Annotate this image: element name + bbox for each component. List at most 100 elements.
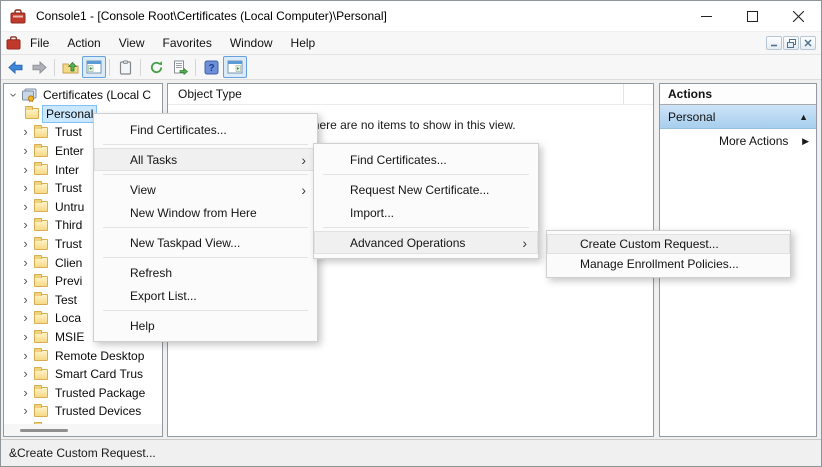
menu-separator bbox=[103, 257, 308, 258]
menu-separator bbox=[323, 227, 529, 228]
tree-item-label: Trust bbox=[55, 181, 82, 195]
menu-item-import[interactable]: Import... bbox=[314, 201, 538, 224]
maximize-button[interactable] bbox=[729, 1, 775, 31]
menu-separator bbox=[103, 174, 308, 175]
chevron-collapsed-icon[interactable]: › bbox=[19, 202, 32, 212]
tree-item[interactable]: ›Smart Card Trus bbox=[4, 365, 162, 384]
scrollbar-thumb[interactable] bbox=[20, 429, 68, 432]
tree-item-label: MSIE bbox=[55, 330, 84, 344]
certificates-store-icon bbox=[21, 88, 38, 102]
refresh-button[interactable] bbox=[144, 56, 168, 78]
folder-icon bbox=[34, 164, 48, 175]
chevron-collapsed-icon[interactable]: › bbox=[19, 406, 32, 416]
chevron-collapsed-icon[interactable]: › bbox=[19, 313, 32, 323]
chevron-collapsed-icon[interactable]: › bbox=[19, 183, 32, 193]
chevron-collapsed-icon[interactable]: › bbox=[19, 369, 32, 379]
column-header-object-type[interactable]: Object Type bbox=[168, 84, 624, 104]
close-icon bbox=[793, 11, 804, 22]
maximize-icon bbox=[747, 11, 758, 22]
menu-item-view[interactable]: View › bbox=[94, 178, 317, 201]
chevron-collapsed-icon[interactable]: › bbox=[19, 332, 32, 342]
tree-item-label: Test bbox=[55, 293, 77, 307]
folder-icon bbox=[34, 220, 48, 231]
menu-item-create-custom-request[interactable]: Create Custom Request... bbox=[547, 234, 790, 254]
back-button[interactable] bbox=[3, 56, 27, 78]
menu-file[interactable]: File bbox=[21, 32, 58, 54]
folder-icon bbox=[34, 350, 48, 361]
menu-item-refresh[interactable]: Refresh bbox=[94, 261, 317, 284]
menu-item-all-tasks[interactable]: All Tasks › bbox=[94, 148, 317, 171]
folder-icon bbox=[34, 369, 48, 380]
chevron-collapsed-icon[interactable]: › bbox=[19, 127, 32, 137]
chevron-collapsed-icon[interactable]: › bbox=[19, 258, 32, 268]
chevron-collapsed-icon[interactable]: › bbox=[19, 295, 32, 305]
console-small-icon bbox=[6, 36, 21, 50]
menu-item-label: All Tasks bbox=[130, 153, 177, 167]
menu-item-new-window-from-here[interactable]: New Window from Here bbox=[94, 201, 317, 224]
menu-item-request-new-certificate[interactable]: Request New Certificate... bbox=[314, 178, 538, 201]
menu-item-find-certificates[interactable]: Find Certificates... bbox=[94, 118, 317, 141]
toolbar-separator bbox=[109, 59, 110, 76]
chevron-collapsed-icon[interactable]: › bbox=[19, 165, 32, 175]
menu-item-new-taskpad-view[interactable]: New Taskpad View... bbox=[94, 231, 317, 254]
chevron-collapsed-icon[interactable]: › bbox=[19, 146, 32, 156]
menu-separator bbox=[323, 174, 529, 175]
mdi-minimize-button[interactable] bbox=[766, 36, 782, 50]
chevron-collapsed-icon[interactable]: › bbox=[19, 351, 32, 361]
tree-item[interactable]: ›Trusted Package bbox=[4, 384, 162, 403]
context-menu: Find Certificates... All Tasks › View › … bbox=[93, 113, 318, 342]
menu-item-advanced-operations[interactable]: Advanced Operations › bbox=[314, 231, 538, 254]
console-tree-toggle-button[interactable] bbox=[82, 56, 106, 78]
svg-text:?: ? bbox=[208, 63, 214, 74]
menu-item-export-list[interactable]: Export List... bbox=[94, 284, 317, 307]
tree-item[interactable]: › Remote Desktop bbox=[4, 346, 162, 365]
minimize-button[interactable] bbox=[683, 1, 729, 31]
menu-view[interactable]: View bbox=[110, 32, 154, 54]
folder-icon bbox=[34, 183, 48, 194]
actions-section-personal[interactable]: Personal ▲ bbox=[660, 105, 816, 129]
folder-icon bbox=[34, 276, 48, 287]
properties-button[interactable] bbox=[113, 56, 137, 78]
export-list-button[interactable] bbox=[168, 56, 192, 78]
menu-favorites[interactable]: Favorites bbox=[154, 32, 221, 54]
tree-item-label: Trust bbox=[55, 237, 82, 251]
help-icon: ? bbox=[204, 60, 219, 75]
up-one-level-button[interactable] bbox=[58, 56, 82, 78]
tree-item[interactable]: ›Trusted Devices bbox=[4, 402, 162, 421]
chevron-collapsed-icon[interactable]: › bbox=[19, 239, 32, 249]
menu-item-help[interactable]: Help bbox=[94, 314, 317, 337]
tree-item-label: Remote Desktop bbox=[55, 349, 144, 363]
minimize-icon bbox=[701, 11, 712, 22]
forward-button[interactable] bbox=[27, 56, 51, 78]
tree-item-label: Previ bbox=[55, 274, 82, 288]
actions-pane-title: Actions bbox=[660, 84, 816, 105]
menu-help[interactable]: Help bbox=[282, 32, 325, 54]
close-button[interactable] bbox=[775, 1, 821, 31]
up-one-level-icon bbox=[62, 60, 79, 75]
chevron-collapsed-icon[interactable]: › bbox=[19, 276, 32, 286]
back-icon bbox=[7, 60, 24, 75]
mdi-close-button[interactable] bbox=[800, 36, 816, 50]
toolbar-separator bbox=[54, 59, 55, 76]
action-pane-toggle-button[interactable] bbox=[223, 56, 247, 78]
submenu-arrow-icon: › bbox=[522, 236, 527, 250]
chevron-collapsed-icon[interactable]: › bbox=[19, 388, 32, 398]
chevron-collapsed-icon[interactable]: › bbox=[19, 220, 32, 230]
tree-item-certificates-root[interactable]: › Certificates (Local C bbox=[4, 86, 162, 105]
more-actions-item[interactable]: More Actions ▶ bbox=[660, 129, 816, 153]
submenu-arrow-icon: › bbox=[301, 153, 306, 167]
menu-window[interactable]: Window bbox=[221, 32, 282, 54]
menu-item-manage-enrollment-policies[interactable]: Manage Enrollment Policies... bbox=[547, 254, 790, 274]
menu-item-label: Advanced Operations bbox=[350, 236, 465, 250]
folder-icon bbox=[34, 239, 48, 250]
toolbar: ? bbox=[1, 54, 821, 80]
horizontal-scrollbar[interactable] bbox=[4, 424, 162, 436]
help-button[interactable]: ? bbox=[199, 56, 223, 78]
tree-item-label: Trust bbox=[55, 125, 82, 139]
status-bar: &Create Custom Request... bbox=[1, 439, 821, 466]
mdi-restore-button[interactable] bbox=[783, 36, 799, 50]
menu-action[interactable]: Action bbox=[58, 32, 109, 54]
menu-item-find-certificates[interactable]: Find Certificates... bbox=[314, 148, 538, 171]
chevron-expanded-icon[interactable]: › bbox=[9, 89, 19, 102]
collapse-caret-icon[interactable]: ▲ bbox=[799, 112, 808, 122]
